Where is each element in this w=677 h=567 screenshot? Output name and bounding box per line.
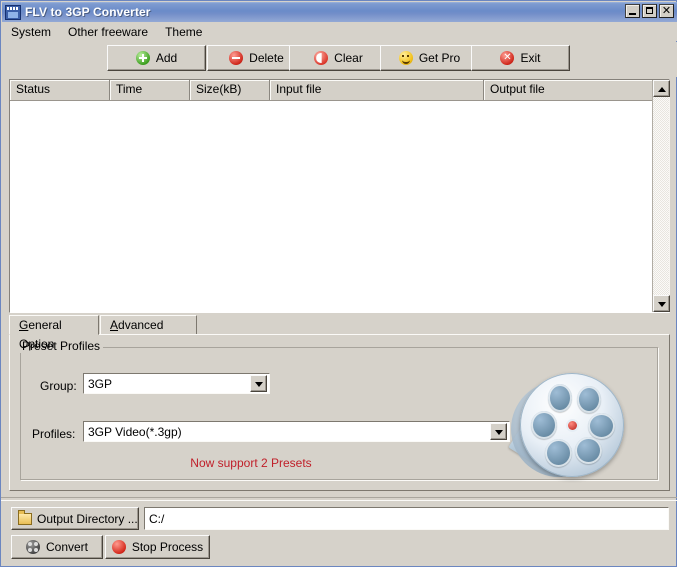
application-window: FLV to 3GP Converter ✕ System Other free… [0,0,677,567]
menu-item-system[interactable]: System [3,24,59,40]
group-dropdown[interactable]: 3GP [83,373,270,394]
stop-process-button[interactable]: Stop Process [105,535,210,559]
maximize-button[interactable] [642,4,657,18]
film-reel-image [506,363,626,483]
file-list-scrollbar[interactable] [652,80,670,312]
stop-process-button-label: Stop Process [131,540,204,554]
reel-hole [588,413,615,439]
options-tabstrip: General Option Advanced Option [9,315,670,351]
clear-button-label: Clear [334,51,363,65]
reel-center-hub [568,421,577,430]
reel-hole [545,439,572,467]
reel-hole [548,384,572,412]
scroll-down-button[interactable] [653,295,670,312]
profiles-dropdown-value: 3GP Video(*.3gp) [88,424,182,439]
close-button[interactable]: ✕ [659,4,674,18]
profiles-field-label: Profiles: [32,427,76,441]
file-list: Status Time Size(kB) Input file Output f… [9,79,670,313]
bottom-separator [1,497,677,501]
profiles-dropdown[interactable]: 3GP Video(*.3gp) [83,421,510,442]
minimize-button[interactable] [625,4,640,18]
menu-item-other-freeware[interactable]: Other freeware [60,24,156,40]
output-directory-input[interactable]: C:/ [144,507,669,530]
film-reel-dark-icon [25,540,40,554]
red-minus-icon [229,51,244,65]
get-pro-button[interactable]: Get Pro [380,45,479,71]
green-plus-icon [135,51,150,65]
menu-bar: System Other freeware Theme [2,22,677,41]
window-controls: ✕ [625,4,674,18]
get-pro-button-label: Get Pro [418,51,461,65]
convert-button[interactable]: Convert [11,535,103,559]
tab-advanced-mnemonic: A [110,318,119,332]
reel-hole [531,411,557,439]
delete-button-label: Delete [249,51,284,65]
chevron-down-icon [658,302,666,307]
presets-notice: Now support 2 Presets [190,456,312,470]
toolbar: Add Delete Clear Get Pro ✕ Exit [2,42,677,77]
output-directory-button-label: Output Directory ... [37,511,138,526]
column-header-input-file[interactable]: Input file [270,80,484,100]
folder-icon [18,509,32,525]
add-button-label: Add [155,51,178,65]
tab-general-option[interactable]: General Option [9,315,99,351]
tab-general-mnemonic: G [19,318,29,332]
file-list-body[interactable] [10,101,669,313]
menu-item-theme[interactable]: Theme [157,24,210,40]
red-stop-icon [111,540,126,554]
reel-hole [575,437,602,464]
add-button[interactable]: Add [107,45,206,71]
column-header-time[interactable]: Time [110,80,190,100]
group-dropdown-value: 3GP [88,376,113,391]
window-title: FLV to 3GP Converter [25,5,151,19]
red-clear-icon [314,51,329,65]
output-directory-value: C:/ [149,511,165,526]
convert-button-label: Convert [45,540,89,554]
column-header-size[interactable]: Size(kB) [190,80,270,100]
yellow-smiley-icon [398,51,413,65]
clear-button[interactable]: Clear [289,45,388,71]
title-bar: FLV to 3GP Converter ✕ [2,2,677,22]
exit-button-label: Exit [520,51,541,65]
column-header-status[interactable]: Status [10,80,110,100]
scroll-up-button[interactable] [653,80,670,97]
output-directory-button[interactable]: Output Directory ... [11,507,139,530]
chevron-down-icon[interactable] [250,375,267,392]
tab-advanced-option[interactable]: Advanced Option [100,315,197,351]
chevron-down-icon[interactable] [490,423,507,440]
red-x-icon: ✕ [500,51,515,65]
group-field-label: Group: [40,379,77,393]
column-header-output-file[interactable]: Output file [484,80,654,100]
reel-hole [577,386,601,413]
chevron-up-icon [658,87,666,92]
exit-button[interactable]: ✕ Exit [471,45,570,71]
file-list-header: Status Time Size(kB) Input file Output f… [10,80,669,101]
app-icon [5,4,21,20]
